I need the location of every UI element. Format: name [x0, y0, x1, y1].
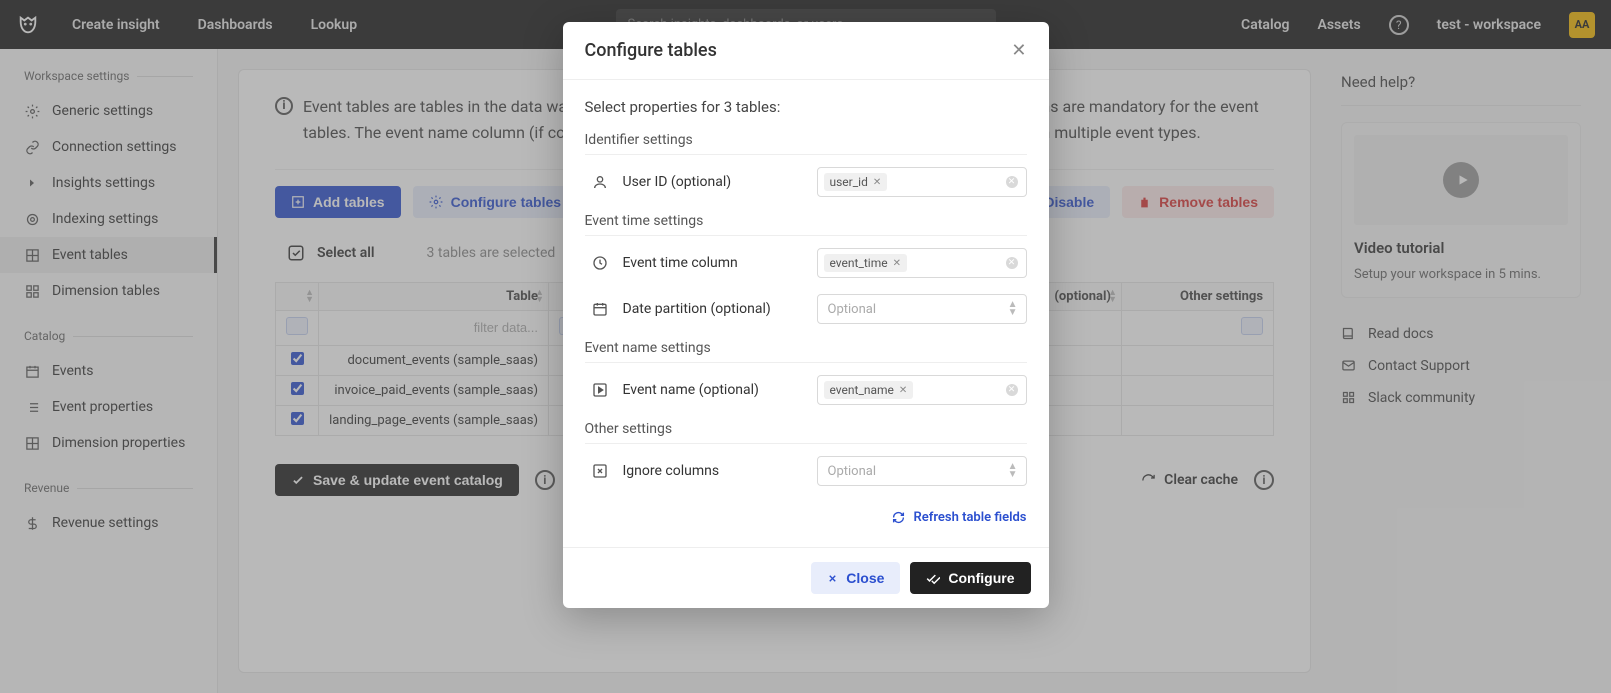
- modal-title: Configure tables: [585, 40, 717, 61]
- field-event-time: Event time column event_time ✕ ✕: [585, 248, 1027, 278]
- button-label: Close: [846, 570, 884, 586]
- field-label: Event time column: [623, 255, 803, 271]
- close-icon: [827, 573, 838, 584]
- field-event-name: Event name (optional) event_name ✕ ✕: [585, 375, 1027, 405]
- event-time-select[interactable]: event_time ✕ ✕: [817, 248, 1027, 278]
- tag-label: event_time: [830, 256, 888, 270]
- check-all-icon: [926, 571, 940, 585]
- field-label: Ignore columns: [623, 463, 803, 479]
- date-partition-select[interactable]: Optional ▲▼: [817, 294, 1027, 324]
- close-icon[interactable]: ✕: [1011, 40, 1026, 61]
- configure-modal: Configure tables ✕ Select properties for…: [563, 22, 1049, 608]
- modal-footer: Close Configure: [563, 547, 1049, 608]
- tag-remove-icon[interactable]: ✕: [873, 177, 881, 188]
- field-label: Event name (optional): [623, 382, 803, 398]
- user-id-select[interactable]: user_id ✕ ✕: [817, 167, 1027, 197]
- section-name: Event name settings: [585, 340, 1027, 363]
- configure-button[interactable]: Configure: [910, 562, 1030, 594]
- modal-lead: Select properties for 3 tables:: [585, 98, 1027, 116]
- field-label: User ID (optional): [623, 174, 803, 190]
- tag-event-time: event_time ✕: [824, 254, 907, 272]
- field-ignore-columns: Ignore columns Optional ▲▼: [585, 456, 1027, 486]
- calendar-icon: [591, 300, 609, 318]
- x-square-icon: [591, 462, 609, 480]
- tag-user-id: user_id ✕: [824, 173, 888, 191]
- ignore-columns-select[interactable]: Optional ▲▼: [817, 456, 1027, 486]
- section-identifier: Identifier settings: [585, 132, 1027, 155]
- clock-icon: [591, 254, 609, 272]
- placeholder: Optional: [828, 464, 876, 479]
- tag-event-name: event_name ✕: [824, 381, 914, 399]
- button-label: Configure: [948, 570, 1014, 586]
- placeholder: Optional: [828, 302, 876, 317]
- refresh-fields-link[interactable]: Refresh table fields: [585, 502, 1027, 529]
- play-square-icon: [591, 381, 609, 399]
- modal-body: Select properties for 3 tables: Identifi…: [563, 80, 1049, 547]
- tag-remove-icon[interactable]: ✕: [893, 258, 901, 269]
- tag-label: user_id: [830, 175, 868, 189]
- refresh-icon: [892, 511, 905, 524]
- field-user-id: User ID (optional) user_id ✕ ✕: [585, 167, 1027, 197]
- field-label: Date partition (optional): [623, 301, 803, 317]
- chevron-updown-icon: ▲▼: [1008, 301, 1018, 317]
- clear-icon[interactable]: ✕: [1006, 257, 1018, 269]
- section-other: Other settings: [585, 421, 1027, 444]
- chevron-updown-icon: ▲▼: [1008, 463, 1018, 479]
- section-time: Event time settings: [585, 213, 1027, 236]
- event-name-select[interactable]: event_name ✕ ✕: [817, 375, 1027, 405]
- field-date-partition: Date partition (optional) Optional ▲▼: [585, 294, 1027, 324]
- link-label: Refresh table fields: [913, 510, 1026, 525]
- tag-label: event_name: [830, 383, 894, 397]
- modal-header: Configure tables ✕: [563, 22, 1049, 80]
- close-button[interactable]: Close: [811, 562, 900, 594]
- tag-remove-icon[interactable]: ✕: [899, 385, 907, 396]
- clear-icon[interactable]: ✕: [1006, 384, 1018, 396]
- person-icon: [591, 173, 609, 191]
- clear-icon[interactable]: ✕: [1006, 176, 1018, 188]
- modal-overlay[interactable]: Configure tables ✕ Select properties for…: [0, 0, 1611, 693]
